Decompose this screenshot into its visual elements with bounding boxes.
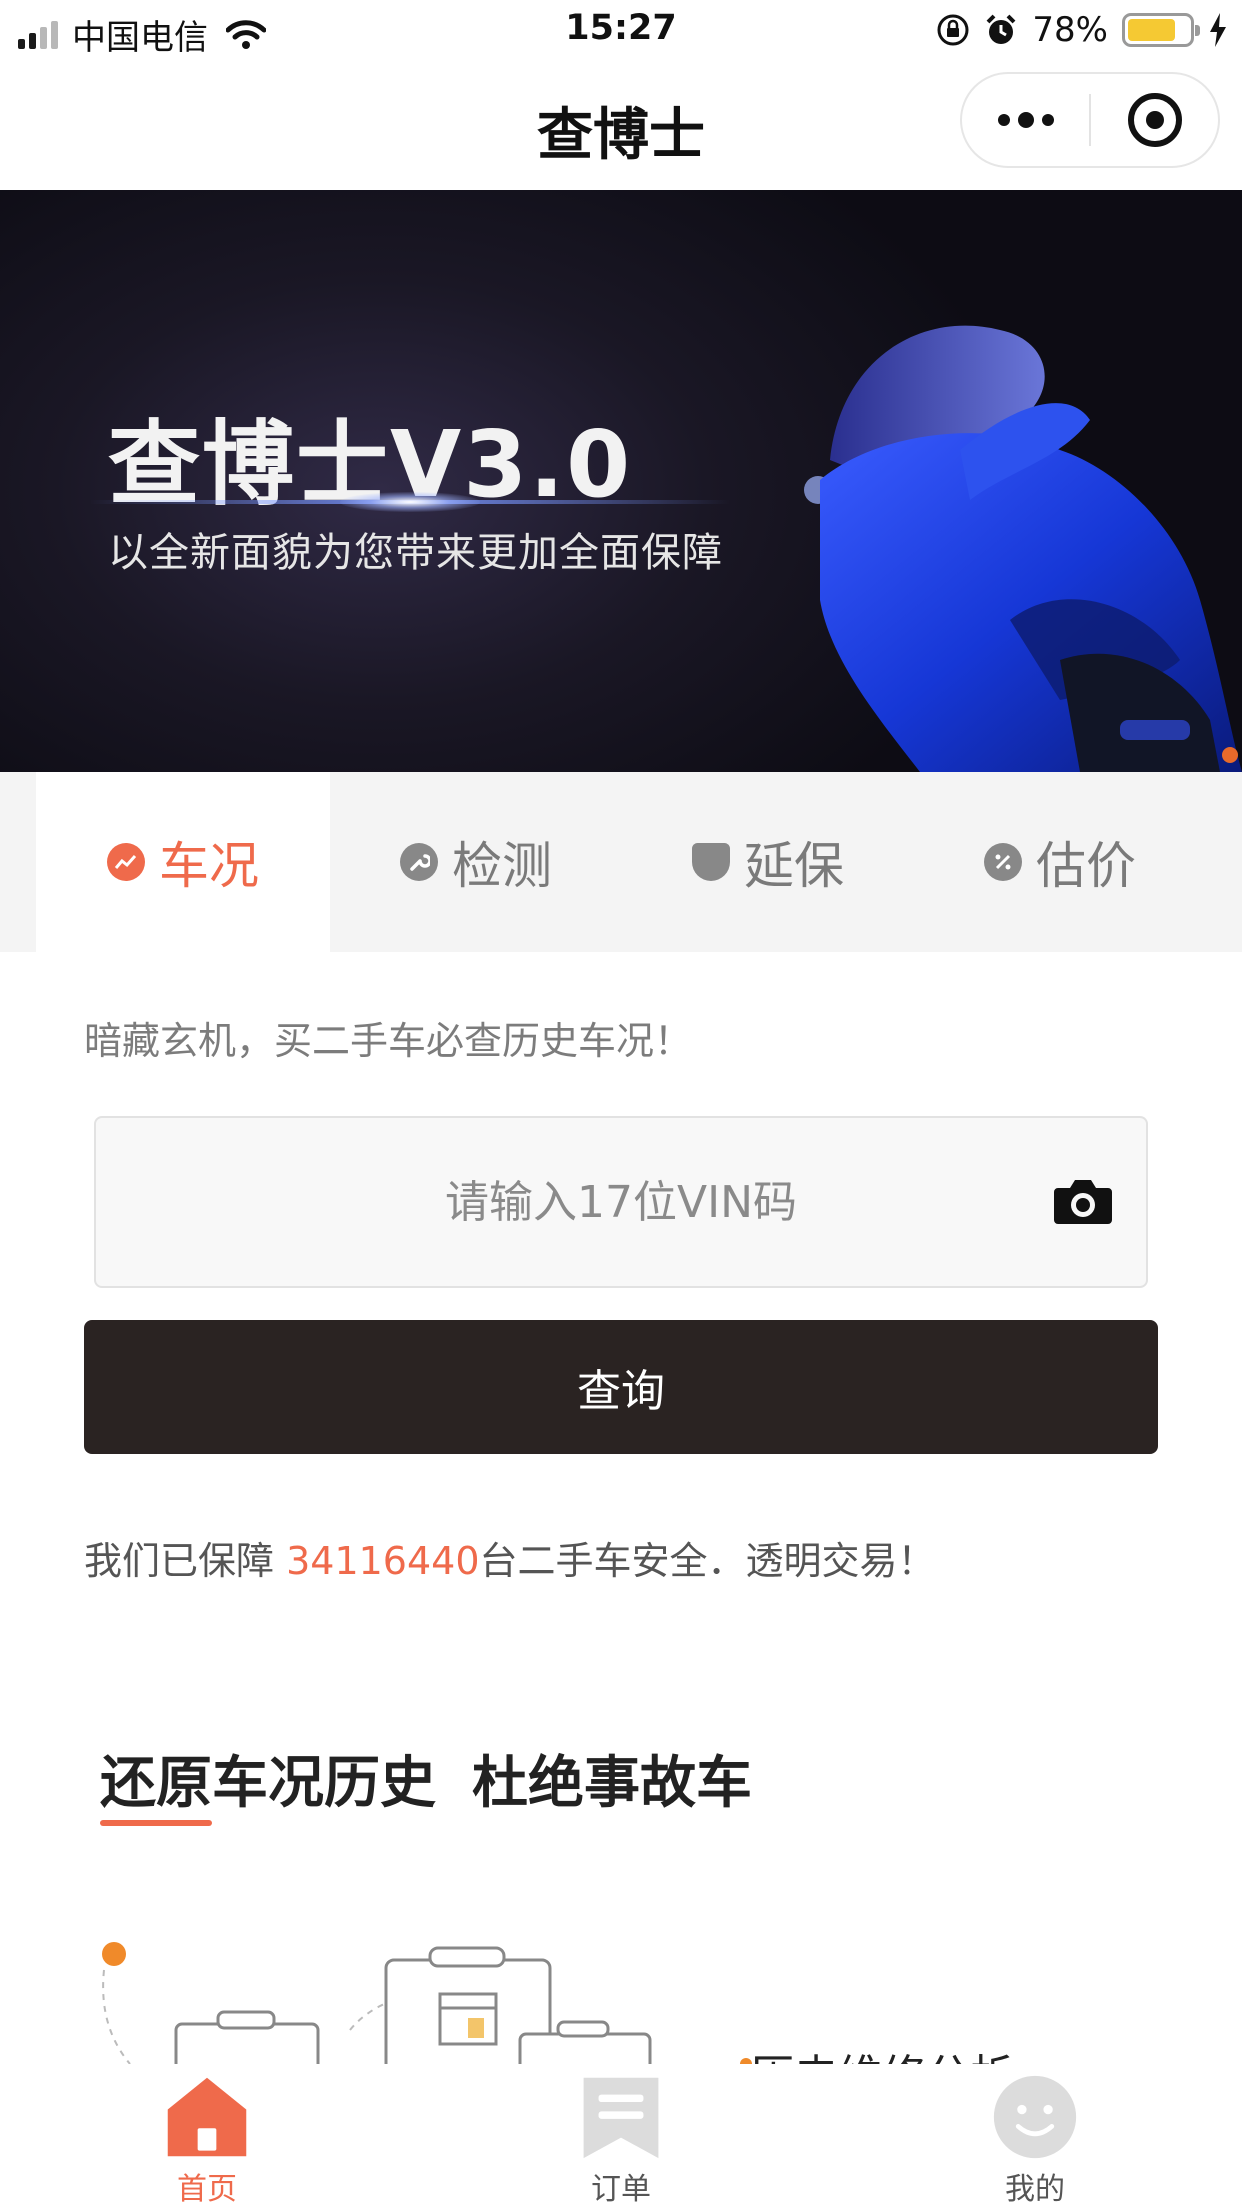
tab-valuation[interactable]: 估价 [914,772,1206,952]
query-button[interactable]: 查询 [84,1320,1158,1454]
bottom-tab-bar: 首页 订单 我的 [0,2064,1242,2208]
mini-program-capsule [960,72,1220,168]
banner-glow [340,492,480,512]
section-title: 还原车况历史 杜绝事故车 [100,1738,752,1819]
tab-label: 估价 [1036,837,1136,895]
battery-icon [1122,13,1200,47]
nav-bar: 查博士 [0,62,1242,190]
tab-inspection[interactable]: 检测 [330,772,622,952]
covered-car-image [804,325,1242,772]
promo-banner[interactable]: 查博士V3.0 以全新面貌为您带来更加全面保障 [0,190,1242,772]
battery-fill [1128,19,1175,41]
rotation-lock-icon [937,14,969,46]
section-underline [100,1820,212,1826]
camera-icon[interactable] [1054,1176,1112,1226]
home-icon [167,2077,247,2157]
tab-label: 检测 [452,837,552,895]
vin-field-container [94,1116,1148,1288]
service-tabs: 车况 检测 延保 估价 [0,772,1242,952]
more-button[interactable] [962,74,1089,166]
more-dots-icon [997,112,1054,128]
guarantee-prefix: 我们已保障 [84,1539,287,1583]
tabbar-home[interactable]: 首页 [0,2064,414,2208]
target-icon [1127,93,1182,147]
smiley-icon [993,2075,1077,2159]
tab-label: 车况 [159,837,259,895]
wrench-icon [400,843,438,881]
chart-icon [107,843,145,881]
section-title-part-1: 还原车况历史 [100,1751,436,1816]
tab-label: 延保 [744,837,844,895]
banner-subtitle: 以全新面貌为您带来更加全面保障 [108,530,723,576]
guarantee-suffix: 台二手车安全．透明交易！ [479,1539,936,1583]
guarantee-text: 我们已保障 34116440台二手车安全．透明交易！ [84,1530,936,1585]
tabbar-label: 订单 [591,2172,651,2207]
tab-extended-warranty[interactable]: 延保 [622,772,914,952]
alarm-icon [987,14,1016,44]
guarantee-count: 34116440 [286,1539,480,1583]
charging-icon [1210,13,1226,47]
tagline: 暗藏玄机，买二手车必查历史车况！ [84,1019,693,1063]
close-mini-program-button[interactable] [1091,74,1218,166]
section-title-part-2: 杜绝事故车 [472,1751,752,1816]
status-right: 78% [936,10,1228,50]
percent-icon [984,843,1022,881]
vin-input[interactable] [96,1118,1146,1286]
shield-icon [692,843,730,881]
tabbar-profile[interactable]: 我的 [828,2064,1242,2208]
status-bar: 中国电信 15:27 78% [0,0,1242,62]
tabbar-orders[interactable]: 订单 [414,2064,828,2208]
tabbar-label: 我的 [1005,2172,1065,2207]
tab-vehicle-history[interactable]: 车况 [36,772,330,952]
tabbar-label: 首页 [177,2172,237,2207]
bookmark-icon [583,2077,659,2159]
history-illustration [102,1942,652,2064]
battery-percent: 78% [1032,10,1108,50]
